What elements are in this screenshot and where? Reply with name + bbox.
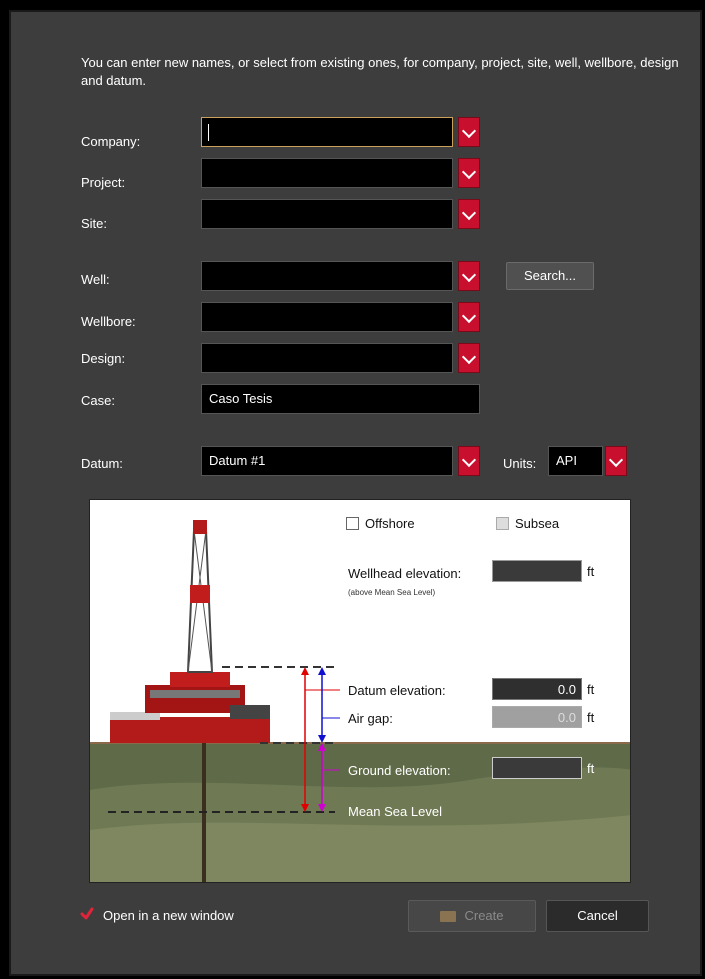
chevron-down-icon	[461, 349, 477, 365]
company-input[interactable]	[201, 117, 453, 147]
new-design-dialog: You can enter new names, or select from …	[9, 10, 702, 976]
air-gap-input: 0.0	[492, 706, 582, 728]
open-new-window-label: Open in a new window	[103, 908, 234, 923]
subsea-checkbox[interactable]	[496, 517, 509, 530]
crown-block	[193, 520, 207, 534]
rig-hull	[110, 717, 270, 743]
well-dropdown-button[interactable]	[458, 261, 480, 291]
company-label: Company:	[81, 134, 141, 149]
rig-deck	[110, 712, 160, 720]
datum-label: Datum:	[81, 456, 123, 471]
arrow-head	[318, 735, 326, 743]
cancel-button[interactable]: Cancel	[546, 900, 649, 932]
briefcase-icon	[440, 911, 457, 923]
arrow-head	[318, 667, 326, 675]
wellhead-elevation-label: Wellhead elevation:	[348, 566, 462, 581]
datum-elevation-label: Datum elevation:	[348, 683, 446, 698]
rig-railing	[150, 690, 240, 698]
chevron-down-icon	[461, 308, 477, 324]
rig-equipment	[230, 705, 270, 719]
wellhead-elevation-note: (above Mean Sea Level)	[348, 588, 436, 597]
chevron-down-icon	[461, 123, 477, 139]
site-dropdown-button[interactable]	[458, 199, 480, 229]
well-label: Well:	[81, 272, 110, 287]
project-input[interactable]	[201, 158, 453, 188]
datum-input[interactable]: Datum #1	[201, 446, 453, 476]
subsea-label: Subsea	[515, 516, 560, 531]
design-label: Design:	[81, 351, 126, 366]
units-label: Units:	[503, 456, 537, 471]
units-value: API	[556, 453, 577, 468]
chevron-down-icon	[461, 164, 477, 180]
create-button[interactable]: Create	[408, 900, 536, 932]
text-caret	[208, 124, 209, 141]
air-gap-label: Air gap:	[348, 711, 393, 726]
datum-dropdown-button[interactable]	[458, 446, 480, 476]
project-label: Project:	[81, 175, 126, 190]
mean-sea-level-label: Mean Sea Level	[348, 804, 442, 819]
wellbore-input[interactable]	[201, 302, 453, 332]
project-dropdown-button[interactable]	[458, 158, 480, 188]
search-button[interactable]: Search...	[506, 262, 594, 290]
datum-elevation-unit: ft	[587, 682, 595, 697]
wellbore-dropdown-button[interactable]	[458, 302, 480, 332]
company-dropdown-button[interactable]	[458, 117, 480, 147]
ground-elevation-unit: ft	[587, 761, 595, 776]
arrow-head	[301, 667, 309, 675]
chevron-down-icon	[461, 267, 477, 283]
site-label: Site:	[81, 216, 108, 231]
chevron-down-icon	[608, 452, 624, 468]
wellhead-elevation-unit: ft	[587, 564, 595, 579]
elevation-diagram: Offshore Subsea Wellhead elevation: ft (…	[89, 499, 631, 883]
offshore-label: Offshore	[365, 516, 415, 531]
ground-elevation-label: Ground elevation:	[348, 763, 451, 778]
well-input[interactable]	[201, 261, 453, 291]
case-input[interactable]: Caso Tesis	[201, 384, 480, 414]
case-value: Caso Tesis	[209, 391, 273, 406]
rig-substructure	[170, 672, 230, 687]
units-dropdown-button[interactable]	[605, 446, 627, 476]
ground-layer	[90, 815, 630, 882]
intro-text: You can enter new names, or select from …	[81, 55, 679, 88]
datum-elevation-input[interactable]: 0.0	[492, 678, 582, 700]
datum-value: Datum #1	[209, 453, 266, 468]
derrick-platform	[190, 585, 210, 603]
air-gap-unit: ft	[587, 710, 595, 725]
site-input[interactable]	[201, 199, 453, 229]
wellhead-elevation-input[interactable]	[492, 560, 582, 582]
ground-elevation-input[interactable]	[492, 757, 582, 779]
chevron-down-icon	[461, 452, 477, 468]
create-button-label: Create	[464, 908, 504, 923]
design-input[interactable]	[201, 343, 453, 373]
offshore-checkbox[interactable]	[346, 517, 359, 530]
case-label: Case:	[81, 393, 115, 408]
chevron-down-icon	[461, 205, 477, 221]
units-select[interactable]: API	[548, 446, 603, 476]
open-new-window-checkbox[interactable]	[80, 907, 94, 921]
wellbore-label: Wellbore:	[81, 314, 136, 329]
design-dropdown-button[interactable]	[458, 343, 480, 373]
